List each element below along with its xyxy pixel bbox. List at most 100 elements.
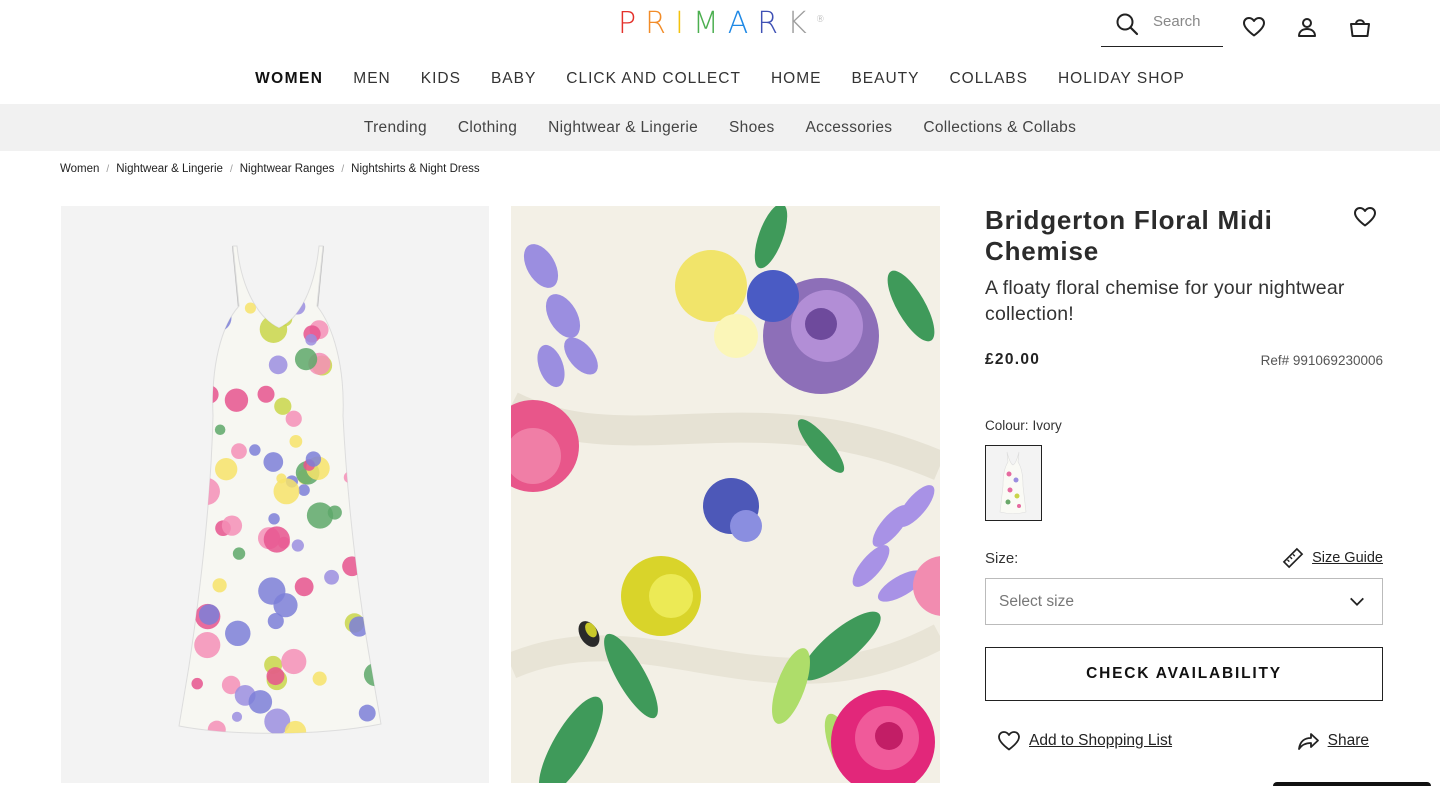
- sub-nav-accessories[interactable]: Accessories: [790, 119, 908, 137]
- logo-letter: R: [645, 6, 675, 41]
- print-flower: [298, 484, 310, 496]
- print-flower: [305, 451, 322, 467]
- print-flower: [266, 667, 285, 686]
- colour-value: Ivory: [1032, 418, 1062, 433]
- share-button[interactable]: Share: [1296, 729, 1369, 753]
- breadcrumb-separator: /: [106, 163, 110, 175]
- print-flower: [221, 515, 243, 536]
- product-info: Bridgerton Floral Midi Chemise A floaty …: [985, 205, 1383, 751]
- colour-label-text: Colour:: [985, 418, 1029, 433]
- print-flower: [324, 569, 339, 585]
- print-flower: [312, 671, 327, 686]
- main-nav-kids[interactable]: KIDS: [406, 70, 476, 88]
- size-select-placeholder: Select size: [999, 592, 1074, 610]
- sub-navigation: Trending Clothing Nightwear & Lingerie Shoe…: [0, 104, 1440, 151]
- logo-registered-mark: ®: [815, 15, 825, 25]
- print-flower: [179, 352, 198, 376]
- breadcrumb-item[interactable]: Nightshirts & Night Dress: [351, 163, 479, 175]
- chat-widget-tab[interactable]: [1273, 782, 1431, 786]
- print-flower: [198, 604, 220, 625]
- breadcrumb-item[interactable]: Nightwear & Lingerie: [116, 163, 223, 175]
- breadcrumb-item[interactable]: Nightwear Ranges: [240, 163, 335, 175]
- print-flower: [225, 620, 251, 647]
- size-guide-link[interactable]: Size Guide: [1282, 547, 1383, 569]
- product-image-main[interactable]: [61, 206, 489, 783]
- print-flower: [372, 430, 381, 448]
- share-label[interactable]: Share: [1328, 732, 1369, 750]
- main-nav-home[interactable]: HOME: [756, 70, 837, 88]
- bag-icon[interactable]: [1346, 13, 1374, 41]
- print-flower: [203, 284, 229, 310]
- product-title: Bridgerton Floral Midi Chemise: [985, 205, 1273, 266]
- size-guide-label[interactable]: Size Guide: [1312, 550, 1383, 566]
- print-flower: [183, 442, 200, 459]
- search-input[interactable]: [1153, 13, 1219, 30]
- breadcrumb-item[interactable]: Women: [60, 163, 99, 175]
- print-flower: [360, 440, 375, 455]
- breadcrumb: Women / Nightwear & Lingerie / Nightwear Ran…: [60, 163, 480, 175]
- primark-logo[interactable]: PRIMARK®: [618, 6, 825, 41]
- check-availability-button[interactable]: CHECK AVAILABILITY: [985, 647, 1383, 701]
- print-flower: [179, 421, 196, 443]
- print-flower: [257, 385, 275, 403]
- print-flower: [192, 477, 220, 506]
- ruler-icon: [1282, 547, 1304, 569]
- product-wishlist-heart-icon[interactable]: [1353, 205, 1379, 231]
- wishlist-heart-icon[interactable]: [1240, 13, 1268, 41]
- main-nav-collabs[interactable]: COLLABS: [934, 70, 1043, 88]
- sub-nav-shoes[interactable]: Shoes: [714, 119, 790, 137]
- print-flower: [215, 457, 238, 481]
- print-flower: [182, 449, 202, 468]
- sub-nav-trending[interactable]: Trending: [348, 119, 442, 137]
- main-nav-baby[interactable]: BABY: [476, 70, 551, 88]
- search-icon[interactable]: [1115, 12, 1139, 36]
- heart-icon: [998, 731, 1020, 751]
- user-icon[interactable]: [1293, 13, 1321, 41]
- logo-letter: M: [692, 6, 728, 41]
- main-nav-holiday-shop[interactable]: HOLIDAY SHOP: [1043, 70, 1200, 88]
- print-flower: [212, 578, 227, 593]
- print-flower: [179, 397, 190, 411]
- print-flower: [277, 311, 293, 327]
- print-flower: [305, 333, 317, 346]
- main-nav-women[interactable]: WOMEN: [240, 70, 338, 88]
- breadcrumb-separator: /: [341, 163, 345, 175]
- print-flower: [207, 720, 226, 734]
- share-icon: [1297, 733, 1319, 750]
- sub-nav-collections-collabs[interactable]: Collections & Collabs: [908, 119, 1092, 137]
- print-flower: [231, 711, 243, 722]
- sub-nav-nightwear-lingerie[interactable]: Nightwear & Lingerie: [533, 119, 714, 137]
- product-reference: Ref# 991069230006: [1260, 352, 1383, 368]
- colour-swatch-ivory[interactable]: [985, 445, 1042, 521]
- search-box[interactable]: [1101, 6, 1223, 47]
- print-flower: [327, 505, 342, 520]
- print-flower: [259, 315, 288, 343]
- colour-label: Colour: Ivory: [985, 418, 1062, 433]
- print-flower: [358, 704, 376, 722]
- print-flower: [291, 539, 304, 552]
- print-flower: [347, 366, 364, 383]
- breadcrumb-separator: /: [229, 163, 233, 175]
- add-to-shopping-list-label[interactable]: Add to Shopping List: [1029, 732, 1172, 750]
- print-flower: [263, 452, 284, 472]
- print-flower: [231, 443, 247, 460]
- size-select[interactable]: Select size: [985, 578, 1383, 625]
- size-label: Size:: [985, 549, 1019, 567]
- print-flower: [363, 662, 381, 687]
- print-flower: [374, 556, 381, 573]
- print-flower: [249, 444, 261, 456]
- add-to-shopping-list-button[interactable]: Add to Shopping List: [997, 729, 1172, 753]
- logo-letter: P: [618, 6, 646, 41]
- main-nav-click-and-collect[interactable]: CLICK AND COLLECT: [551, 70, 756, 88]
- print-flower: [362, 556, 381, 581]
- logo-letter: I: [674, 6, 693, 41]
- print-flower: [263, 526, 290, 553]
- main-nav-men[interactable]: MEN: [338, 70, 405, 88]
- main-nav-beauty[interactable]: BEAUTY: [836, 70, 934, 88]
- sub-nav-clothing[interactable]: Clothing: [442, 119, 532, 137]
- print-flower: [294, 577, 314, 597]
- logo-letter: R: [757, 6, 788, 41]
- print-flower: [285, 410, 302, 427]
- product-image-detail[interactable]: [511, 206, 940, 783]
- print-flower: [248, 690, 273, 714]
